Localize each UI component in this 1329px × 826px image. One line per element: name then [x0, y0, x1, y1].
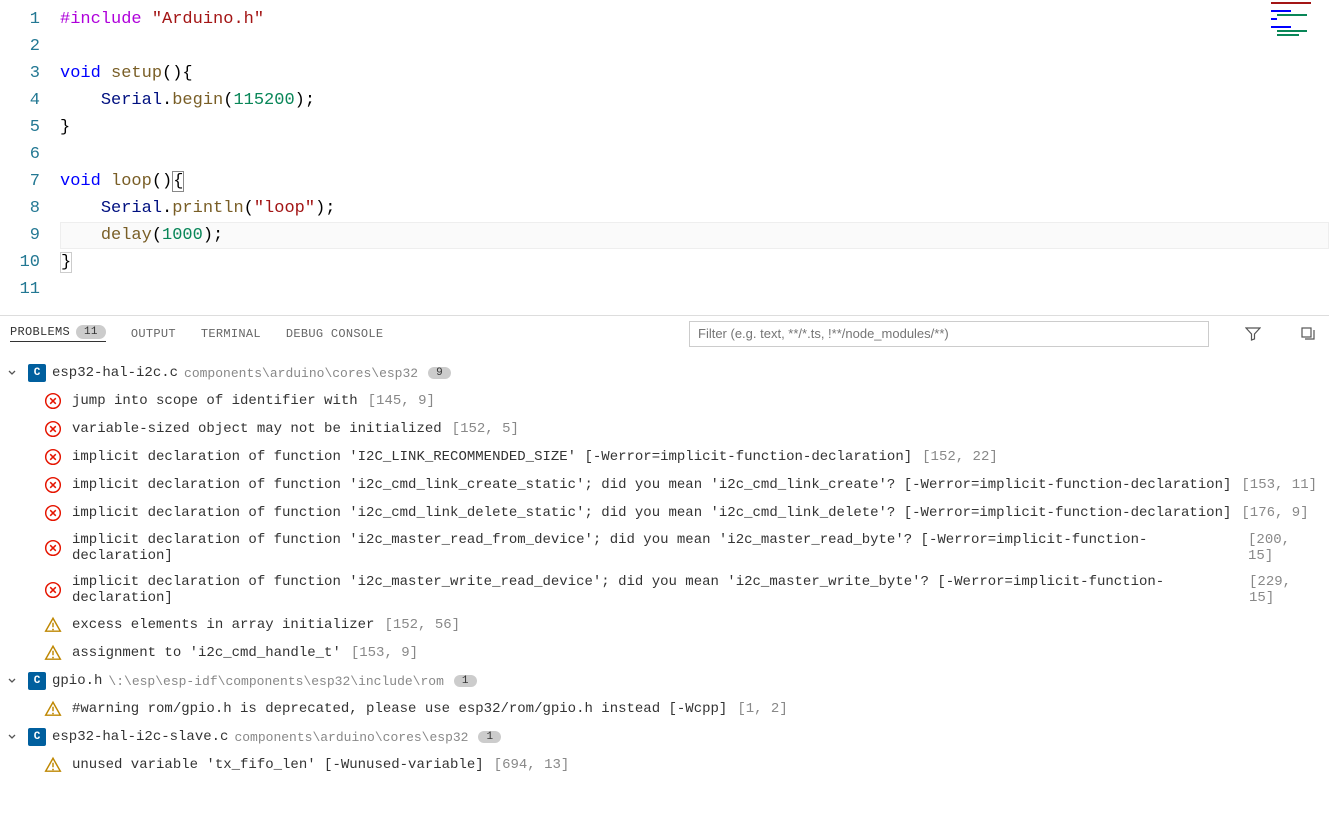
chevron-down-icon	[6, 367, 22, 379]
problem-file-row[interactable]: C gpio.h \:\esp\esp-idf\components\esp32…	[0, 667, 1329, 695]
c-file-icon: C	[28, 728, 46, 746]
tab-debug-console[interactable]: DEBUG CONSOLE	[286, 327, 384, 341]
tab-terminal[interactable]: TERMINAL	[201, 327, 261, 341]
problem-message: jump into scope of identifier with	[72, 393, 358, 409]
tab-problems[interactable]: PROBLEMS 11	[10, 325, 106, 342]
problem-row[interactable]: implicit declaration of function 'I2C_LI…	[0, 443, 1329, 471]
collapse-all-icon[interactable]	[1297, 323, 1319, 345]
problem-row[interactable]: unused variable 'tx_fifo_len' [-Wunused-…	[0, 751, 1329, 779]
problem-location: [1, 2]	[737, 701, 787, 717]
file-name: esp32-hal-i2c.c	[52, 365, 178, 381]
c-file-icon: C	[28, 364, 46, 382]
error-icon	[44, 448, 62, 466]
error-icon	[44, 476, 62, 494]
problem-location: [152, 22]	[922, 449, 998, 465]
filter-input-container[interactable]	[689, 321, 1209, 347]
problem-file-row[interactable]: C esp32-hal-i2c-slave.c components\ardui…	[0, 723, 1329, 751]
code-editor[interactable]: 1234567891011 #include "Arduino.h"void s…	[0, 0, 1329, 315]
problem-row[interactable]: variable-sized object may not be initial…	[0, 415, 1329, 443]
problem-message: excess elements in array initializer	[72, 617, 374, 633]
problem-message: implicit declaration of function 'i2c_ma…	[72, 574, 1239, 606]
problem-message: implicit declaration of function 'i2c_cm…	[72, 505, 1231, 521]
problem-row[interactable]: implicit declaration of function 'i2c_cm…	[0, 499, 1329, 527]
problem-message: unused variable 'tx_fifo_len' [-Wunused-…	[72, 757, 484, 773]
panel-tabs: PROBLEMS 11 OUTPUT TERMINAL DEBUG CONSOL…	[0, 316, 1329, 351]
filter-input[interactable]	[698, 326, 1200, 341]
problem-row[interactable]: implicit declaration of function 'i2c_ma…	[0, 569, 1329, 611]
problems-list[interactable]: C esp32-hal-i2c.c components\arduino\cor…	[0, 351, 1329, 826]
warning-icon	[44, 700, 62, 718]
warning-icon	[44, 756, 62, 774]
file-path: components\arduino\cores\esp32	[184, 366, 418, 381]
minimap[interactable]	[1269, 2, 1325, 32]
file-path: \:\esp\esp-idf\components\esp32\include\…	[108, 674, 443, 689]
filter-icon[interactable]	[1242, 323, 1264, 345]
error-icon	[44, 420, 62, 438]
file-path: components\arduino\cores\esp32	[234, 730, 468, 745]
chevron-down-icon	[6, 675, 22, 687]
problem-location: [176, 9]	[1241, 505, 1308, 521]
problem-location: [200, 15]	[1248, 532, 1323, 564]
tab-output[interactable]: OUTPUT	[131, 327, 176, 341]
problem-row[interactable]: implicit declaration of function 'i2c_ma…	[0, 527, 1329, 569]
problem-message: variable-sized object may not be initial…	[72, 421, 442, 437]
problem-message: implicit declaration of function 'i2c_ma…	[72, 532, 1238, 564]
warning-icon	[44, 616, 62, 634]
tab-label: PROBLEMS	[10, 325, 70, 339]
problem-message: #warning rom/gpio.h is deprecated, pleas…	[72, 701, 727, 717]
line-number-gutter: 1234567891011	[0, 0, 60, 315]
c-file-icon: C	[28, 672, 46, 690]
file-problem-count: 1	[478, 731, 501, 743]
problem-location: [694, 13]	[494, 757, 570, 773]
problem-location: [145, 9]	[368, 393, 435, 409]
problem-location: [152, 5]	[452, 421, 519, 437]
problem-location: [229, 15]	[1249, 574, 1323, 606]
problem-file-row[interactable]: C esp32-hal-i2c.c components\arduino\cor…	[0, 359, 1329, 387]
error-icon	[44, 581, 62, 599]
problem-row[interactable]: implicit declaration of function 'i2c_cm…	[0, 471, 1329, 499]
problem-message: implicit declaration of function 'i2c_cm…	[72, 477, 1231, 493]
problem-row[interactable]: assignment to 'i2c_cmd_handle_t' [153, 9…	[0, 639, 1329, 667]
file-name: gpio.h	[52, 673, 102, 689]
code-content[interactable]: #include "Arduino.h"void setup(){ Serial…	[60, 0, 1329, 315]
error-icon	[44, 504, 62, 522]
problem-row[interactable]: #warning rom/gpio.h is deprecated, pleas…	[0, 695, 1329, 723]
warning-icon	[44, 644, 62, 662]
file-name: esp32-hal-i2c-slave.c	[52, 729, 228, 745]
chevron-down-icon	[6, 731, 22, 743]
error-icon	[44, 392, 62, 410]
file-problem-count: 1	[454, 675, 477, 687]
error-icon	[44, 539, 62, 557]
problems-count-badge: 11	[76, 325, 106, 339]
problem-row[interactable]: excess elements in array initializer [15…	[0, 611, 1329, 639]
problem-location: [153, 11]	[1241, 477, 1317, 493]
problem-row[interactable]: jump into scope of identifier with [145,…	[0, 387, 1329, 415]
problem-message: implicit declaration of function 'I2C_LI…	[72, 449, 912, 465]
problem-location: [152, 56]	[384, 617, 460, 633]
problem-message: assignment to 'i2c_cmd_handle_t'	[72, 645, 341, 661]
problem-location: [153, 9]	[351, 645, 418, 661]
file-problem-count: 9	[428, 367, 451, 379]
